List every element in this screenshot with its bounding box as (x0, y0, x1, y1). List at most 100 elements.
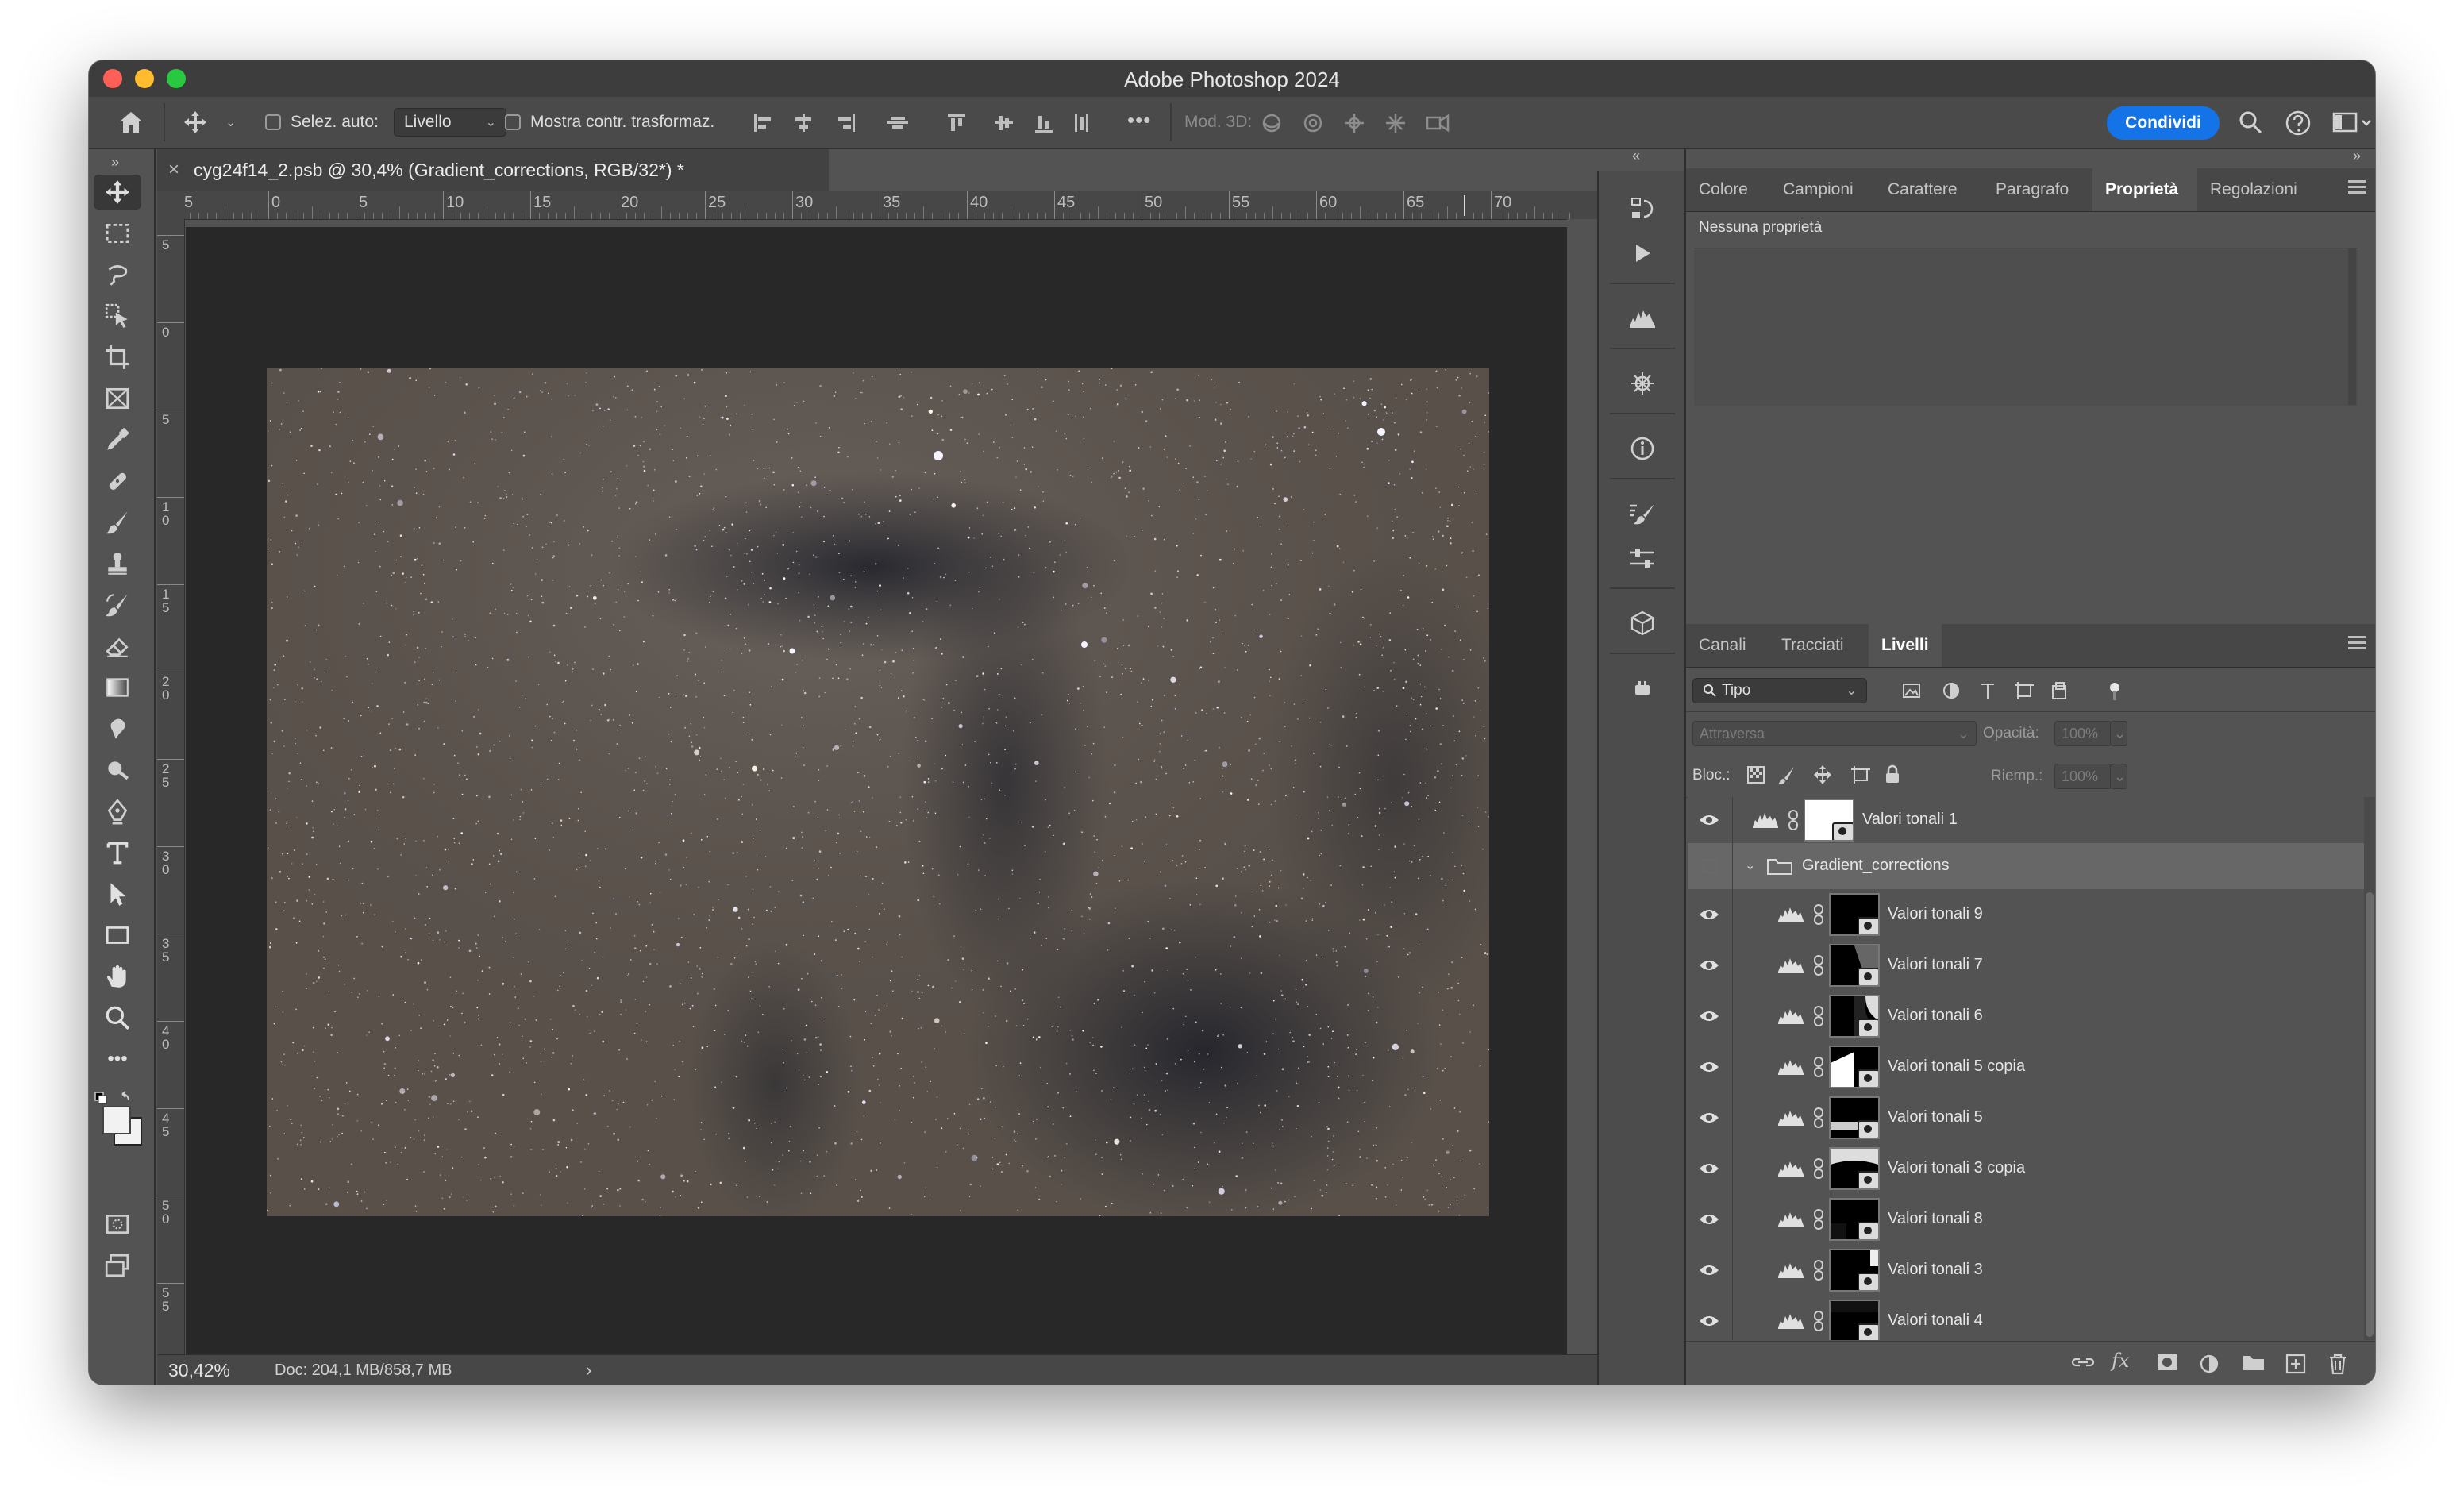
pen-tool[interactable] (94, 794, 141, 829)
layer-mask-thumbnail[interactable] (1829, 995, 1880, 1038)
levels-adjustment-icon[interactable] (1777, 1007, 1805, 1026)
visibility-eye-icon[interactable] (1699, 1161, 1719, 1177)
mask-link-icon[interactable] (1813, 904, 1824, 930)
mask-link-icon[interactable] (1813, 955, 1824, 980)
eyedropper-tool[interactable] (94, 422, 141, 457)
layer-mask-thumbnail[interactable] (1829, 1198, 1880, 1241)
tab-livelli[interactable]: Livelli (1869, 624, 1942, 667)
close-document-icon[interactable]: × (168, 159, 179, 181)
levels-adjustment-icon[interactable] (1777, 1210, 1805, 1229)
visibility-eye-icon[interactable] (1699, 1313, 1719, 1329)
layers-scrollbar[interactable] (2364, 797, 2375, 1340)
new-layer-icon[interactable] (2285, 1353, 2307, 1375)
tab-tracciati[interactable]: Tracciati (1769, 624, 1857, 667)
layer-mask-thumbnail[interactable] (1829, 1249, 1880, 1292)
layer-row[interactable]: Valori tonali 3 copia (1688, 1143, 2375, 1195)
opacity-dropdown[interactable]: ⌄ (2110, 721, 2127, 746)
layer-mask-thumbnail[interactable] (1829, 1096, 1880, 1139)
move-tool-icon[interactable] (183, 110, 208, 135)
panel-menu-icon[interactable] (2348, 180, 2366, 197)
tab-canali[interactable]: Canali (1686, 624, 1759, 667)
add-mask-icon[interactable] (2156, 1353, 2178, 1372)
share-button[interactable]: Condividi (2107, 106, 2220, 140)
visibility-eye-icon[interactable] (1699, 1059, 1719, 1075)
layer-name[interactable]: Valori tonali 5 (1888, 1108, 1983, 1126)
layer-name[interactable]: Valori tonali 1 (1862, 811, 1958, 829)
opacity-field[interactable]: 100% (2054, 721, 2112, 746)
layer-mask-thumbnail[interactable] (1829, 944, 1880, 987)
3d-panel-button[interactable] (1611, 600, 1673, 646)
layer-row[interactable]: Valori tonali 5 copia (1688, 1042, 2375, 1093)
document-image[interactable] (267, 368, 1489, 1216)
visibility-eye-icon[interactable] (1699, 858, 1719, 874)
fill-field[interactable]: 100% (2054, 764, 2112, 789)
layer-mask-thumbnail[interactable] (1829, 1300, 1880, 1340)
canvas-scrollbar[interactable] (1567, 219, 1597, 1354)
layers-panel-menu-icon[interactable] (2348, 636, 2366, 653)
help-icon[interactable] (2285, 110, 2312, 137)
layer-row[interactable]: Valori tonali 8 (1688, 1194, 2375, 1246)
levels-adjustment-icon[interactable] (1777, 1311, 1805, 1331)
layers-scrollbar-thumb[interactable] (2366, 892, 2374, 1337)
layer-row[interactable]: Valori tonali 1 (1688, 797, 2375, 844)
zoom-tool[interactable] (94, 1000, 141, 1035)
healing-brush-tool[interactable] (94, 464, 141, 499)
align-icons[interactable] (753, 113, 991, 133)
visibility-eye-icon[interactable] (1699, 1211, 1719, 1227)
levels-adjustment-icon[interactable] (1751, 811, 1780, 830)
layer-mask-thumbnail[interactable] (1829, 893, 1880, 936)
blend-mode-dropdown[interactable]: Attraversa ⌄ (1692, 721, 1977, 746)
horizontal-ruler[interactable]: 5 0 5 10 15 20 25 30 35 40 45 50 55 60 65 70 (184, 191, 1684, 220)
histogram-panel-button[interactable] (1611, 295, 1673, 341)
mask-link-icon[interactable] (1813, 1057, 1824, 1082)
history-brush-tool[interactable] (94, 587, 141, 622)
mask-link-icon[interactable] (1813, 1158, 1824, 1184)
layer-filter-dropdown[interactable]: Tipo ⌄ (1692, 678, 1867, 703)
layer-name[interactable]: Valori tonali 6 (1888, 1007, 1983, 1025)
mask-link-icon[interactable] (1813, 1260, 1824, 1285)
distribute-icons[interactable] (994, 113, 1200, 133)
frame-tool[interactable] (94, 381, 141, 416)
plugins-panel-button[interactable] (1611, 665, 1673, 711)
layer-name[interactable]: Valori tonali 3 (1888, 1261, 1983, 1279)
tab-proprieta[interactable]: Proprietà (2092, 168, 2197, 211)
smudge-tool[interactable] (94, 711, 141, 746)
mask-link-icon[interactable] (1813, 1006, 1824, 1031)
gradient-tool[interactable] (94, 670, 141, 705)
layer-group-row[interactable]: ⌄ Gradient_corrections (1688, 843, 2375, 890)
layer-name[interactable]: Valori tonali 7 (1888, 956, 1983, 974)
search-icon[interactable] (2239, 110, 2262, 135)
navigator-panel-button[interactable] (1611, 360, 1673, 406)
layer-row[interactable]: Valori tonali 4 (1688, 1296, 2375, 1340)
document-size[interactable]: Doc: 204,1 MB/858,7 MB (275, 1361, 452, 1380)
levels-adjustment-icon[interactable] (1777, 905, 1805, 924)
visibility-eye-icon[interactable] (1699, 957, 1719, 973)
screen-mode-tool[interactable] (94, 1248, 141, 1283)
mask-link-icon[interactable] (1813, 1209, 1824, 1234)
layer-name[interactable]: Valori tonali 3 copia (1888, 1159, 2025, 1177)
levels-adjustment-icon[interactable] (1777, 956, 1805, 975)
clone-stamp-tool[interactable] (94, 546, 141, 581)
tab-carattere[interactable]: Carattere (1875, 168, 1970, 211)
info-panel-button[interactable] (1611, 426, 1673, 472)
more-options-icon[interactable]: ••• (1127, 108, 1151, 133)
mask-link-icon[interactable] (1788, 810, 1799, 835)
rectangle-tool[interactable] (94, 918, 141, 953)
layer-name[interactable]: Valori tonali 9 (1888, 905, 1983, 923)
properties-scrollbar[interactable] (2348, 248, 2356, 405)
layer-name[interactable]: Gradient_corrections (1802, 857, 1950, 875)
layer-mask-thumbnail[interactable] (1829, 1046, 1880, 1088)
levels-adjustment-icon[interactable] (1777, 1159, 1805, 1178)
collapse-panel-icon[interactable]: « (1632, 148, 1640, 164)
layer-mask-thumbnail[interactable] (1829, 1147, 1880, 1190)
layer-row[interactable]: Valori tonali 3 (1688, 1245, 2375, 1296)
delete-layer-icon[interactable] (2327, 1353, 2348, 1375)
crop-tool[interactable] (94, 340, 141, 375)
visibility-eye-icon[interactable] (1699, 1262, 1719, 1278)
eraser-tool[interactable] (94, 629, 141, 664)
dodge-tool[interactable] (94, 753, 141, 788)
visibility-eye-icon[interactable] (1699, 1008, 1719, 1024)
tab-colore[interactable]: Colore (1686, 168, 1761, 211)
lock-icons[interactable] (1746, 764, 1905, 786)
link-layers-icon[interactable] (2070, 1353, 2096, 1372)
